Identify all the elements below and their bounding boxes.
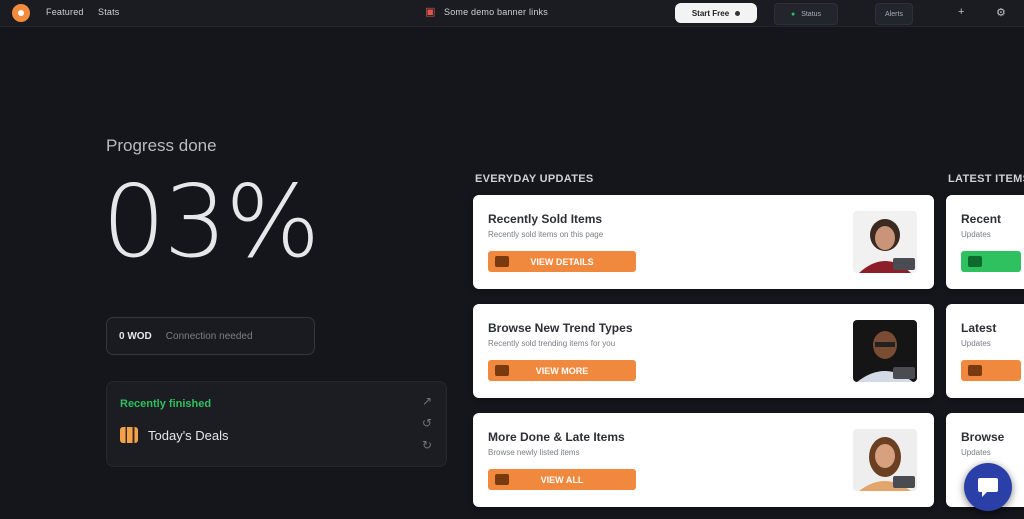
expand-icon[interactable]: ↗ <box>422 394 432 408</box>
badge-icon <box>893 367 915 379</box>
settings-icon[interactable]: ↻ <box>422 438 432 452</box>
gear-icon[interactable]: ⚙ <box>996 6 1006 19</box>
side-card-subtitle: Updates <box>961 448 991 457</box>
stat-label: Progress done <box>106 136 217 155</box>
avatar <box>853 320 917 382</box>
card-action-button[interactable]: VIEW MORE <box>488 360 636 381</box>
card-action-button[interactable]: VIEW ALL <box>488 469 636 490</box>
card-subtitle: Recently sold trending items for you <box>488 339 616 348</box>
alerts-box[interactable]: Alerts <box>875 3 913 25</box>
info-value: Connection needed <box>165 330 253 342</box>
start-free-button[interactable]: Start Free <box>675 3 757 23</box>
card-subtitle: Recently sold items on this page <box>488 230 604 239</box>
section-label-main: EVERYDAY UPDATES <box>475 173 594 185</box>
button-icon <box>495 365 509 376</box>
avatar <box>853 211 917 273</box>
connection-info-box[interactable]: 0 WOD Connection needed <box>106 317 315 355</box>
update-card[interactable]: More Done & Late Items Browse newly list… <box>473 413 934 507</box>
avatar <box>853 429 917 491</box>
card-title: More Done & Late Items <box>488 430 625 444</box>
card-subtitle: Browse newly listed items <box>488 448 580 457</box>
badge-icon <box>893 476 915 488</box>
recent-panel: Recently finished Today's Deals ↗ ↺ ↻ <box>106 381 447 467</box>
card-title: Recently Sold Items <box>488 212 603 226</box>
status-label: Status <box>801 10 822 18</box>
chat-icon <box>978 478 998 497</box>
button-icon <box>495 474 509 485</box>
person-icon: ● <box>790 10 796 18</box>
chat-button[interactable] <box>964 463 1012 511</box>
info-key: 0 WOD <box>119 330 152 342</box>
progress-percentage: 03% <box>102 163 320 280</box>
badge-icon <box>893 258 915 270</box>
alerts-label: Alerts <box>885 10 903 18</box>
side-card-title: Browse <box>961 430 1005 444</box>
update-card[interactable]: Recently Sold Items Recently sold items … <box>473 195 934 289</box>
card-title: Browse New Trend Types <box>488 321 633 335</box>
banner-link[interactable]: Some demo banner links <box>444 7 548 17</box>
nav-link-featured[interactable]: Featured <box>46 7 84 17</box>
card-button-label: VIEW ALL <box>540 474 584 485</box>
update-card[interactable]: Browse New Trend Types Recently sold tre… <box>473 304 934 398</box>
side-card-title: Recent <box>961 212 1002 226</box>
top-bar: Featured Stats ▣ Some demo banner links … <box>0 0 1024 27</box>
button-icon <box>968 365 982 376</box>
side-card-title: Latest <box>961 321 997 335</box>
side-card-subtitle: Updates <box>961 339 991 348</box>
card-button-label: VIEW DETAILS <box>530 256 594 267</box>
refresh-icon[interactable]: ↺ <box>422 416 432 430</box>
panel-item-label: Today's Deals <box>148 427 229 443</box>
side-card-button[interactable] <box>961 360 1021 381</box>
plus-icon[interactable]: + <box>958 6 964 18</box>
panel-title: Recently finished <box>120 398 212 410</box>
status-box[interactable]: ● Status <box>774 3 838 25</box>
side-card[interactable]: Recent Updates <box>946 195 1024 289</box>
side-card-button[interactable] <box>961 251 1021 272</box>
card-action-button[interactable]: VIEW DETAILS <box>488 251 636 272</box>
section-label-side: LATEST ITEMS <box>948 173 1024 185</box>
button-icon <box>968 256 982 267</box>
card-button-label: VIEW MORE <box>535 365 589 376</box>
dot-icon <box>735 10 741 16</box>
nav-link-stats[interactable]: Stats <box>98 7 120 17</box>
side-card[interactable]: Latest Updates <box>946 304 1024 398</box>
deal-icon <box>120 427 138 443</box>
side-card-subtitle: Updates <box>961 230 991 239</box>
panel-item[interactable]: Today's Deals <box>120 427 229 443</box>
button-icon <box>495 256 509 267</box>
start-free-label: Start Free <box>691 8 730 18</box>
flag-icon: ▣ <box>425 6 436 18</box>
logo-icon[interactable] <box>12 4 30 22</box>
